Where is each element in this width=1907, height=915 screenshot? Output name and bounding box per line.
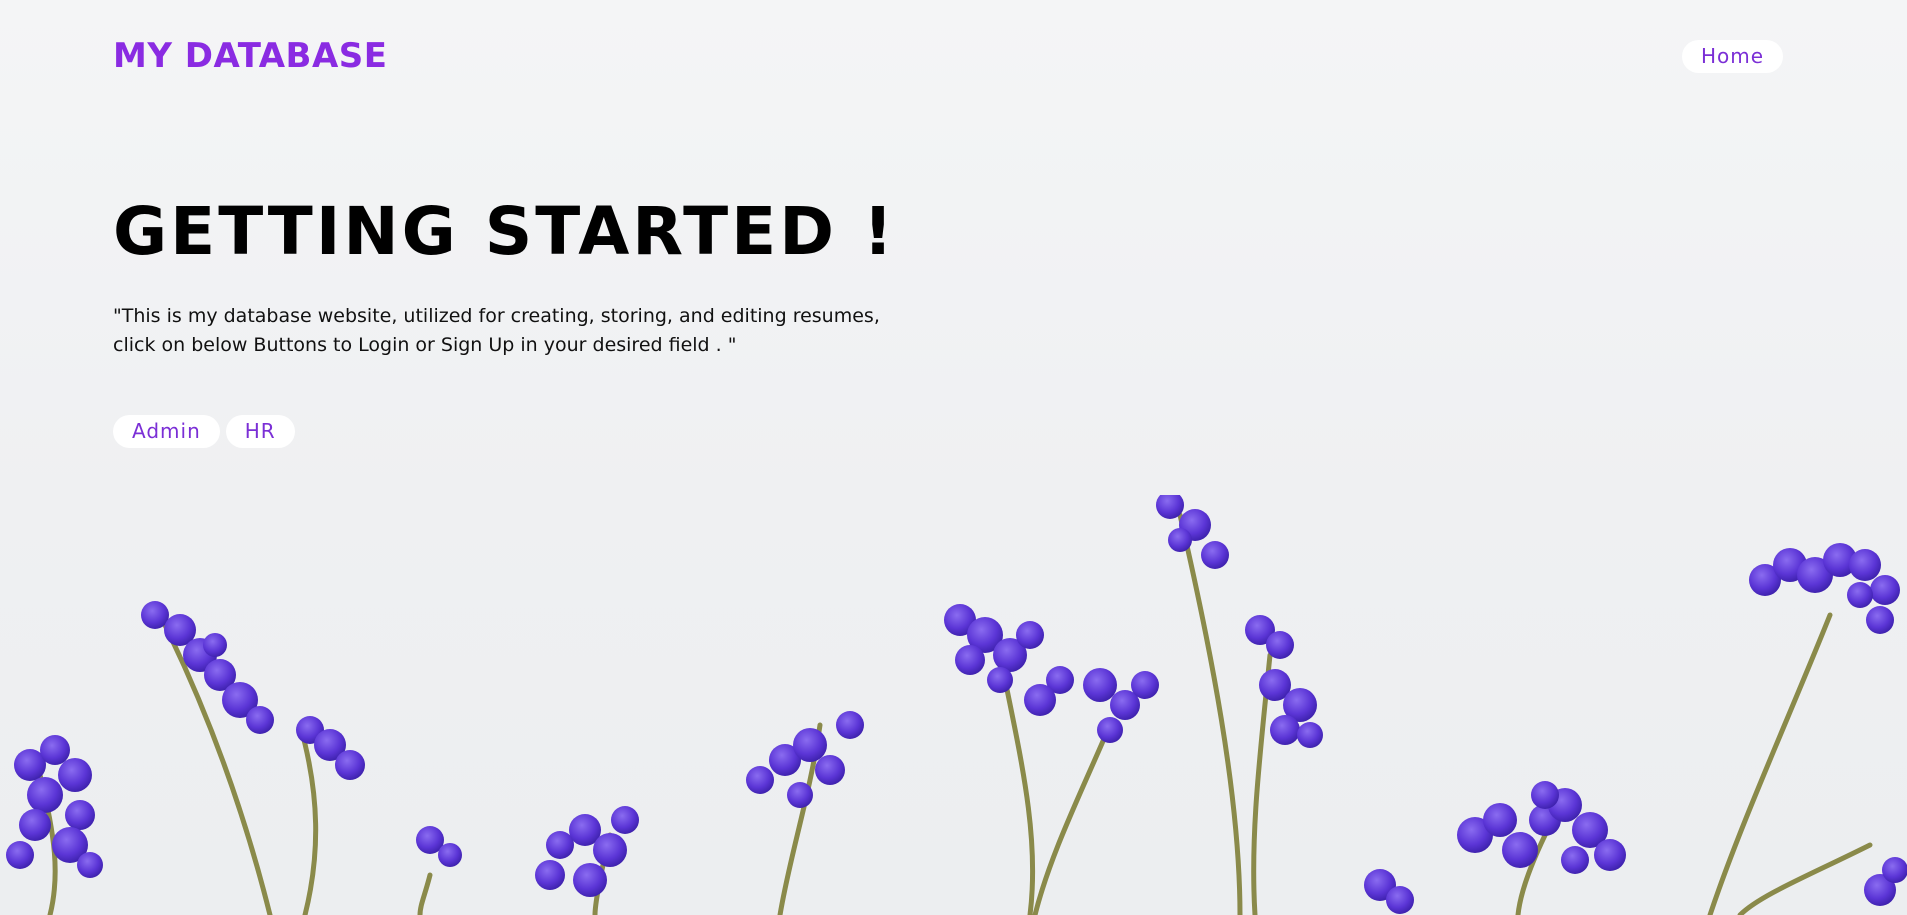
role-buttons: Admin HR <box>113 415 295 448</box>
hero-section: GETTING STARTED ! "This is my database w… <box>113 190 913 360</box>
site-header: MY DATABASE Home <box>113 34 1783 78</box>
purple-flowers-illustration <box>6 495 1907 915</box>
home-nav-button[interactable]: Home <box>1681 39 1783 73</box>
admin-button[interactable]: Admin <box>113 415 220 448</box>
page-title: GETTING STARTED ! <box>113 193 897 270</box>
hero-description: "This is my database website, utilized f… <box>113 305 880 356</box>
site-logo[interactable]: MY DATABASE <box>113 36 388 76</box>
flower-blossoms <box>6 495 1907 914</box>
hr-button[interactable]: HR <box>225 415 295 448</box>
